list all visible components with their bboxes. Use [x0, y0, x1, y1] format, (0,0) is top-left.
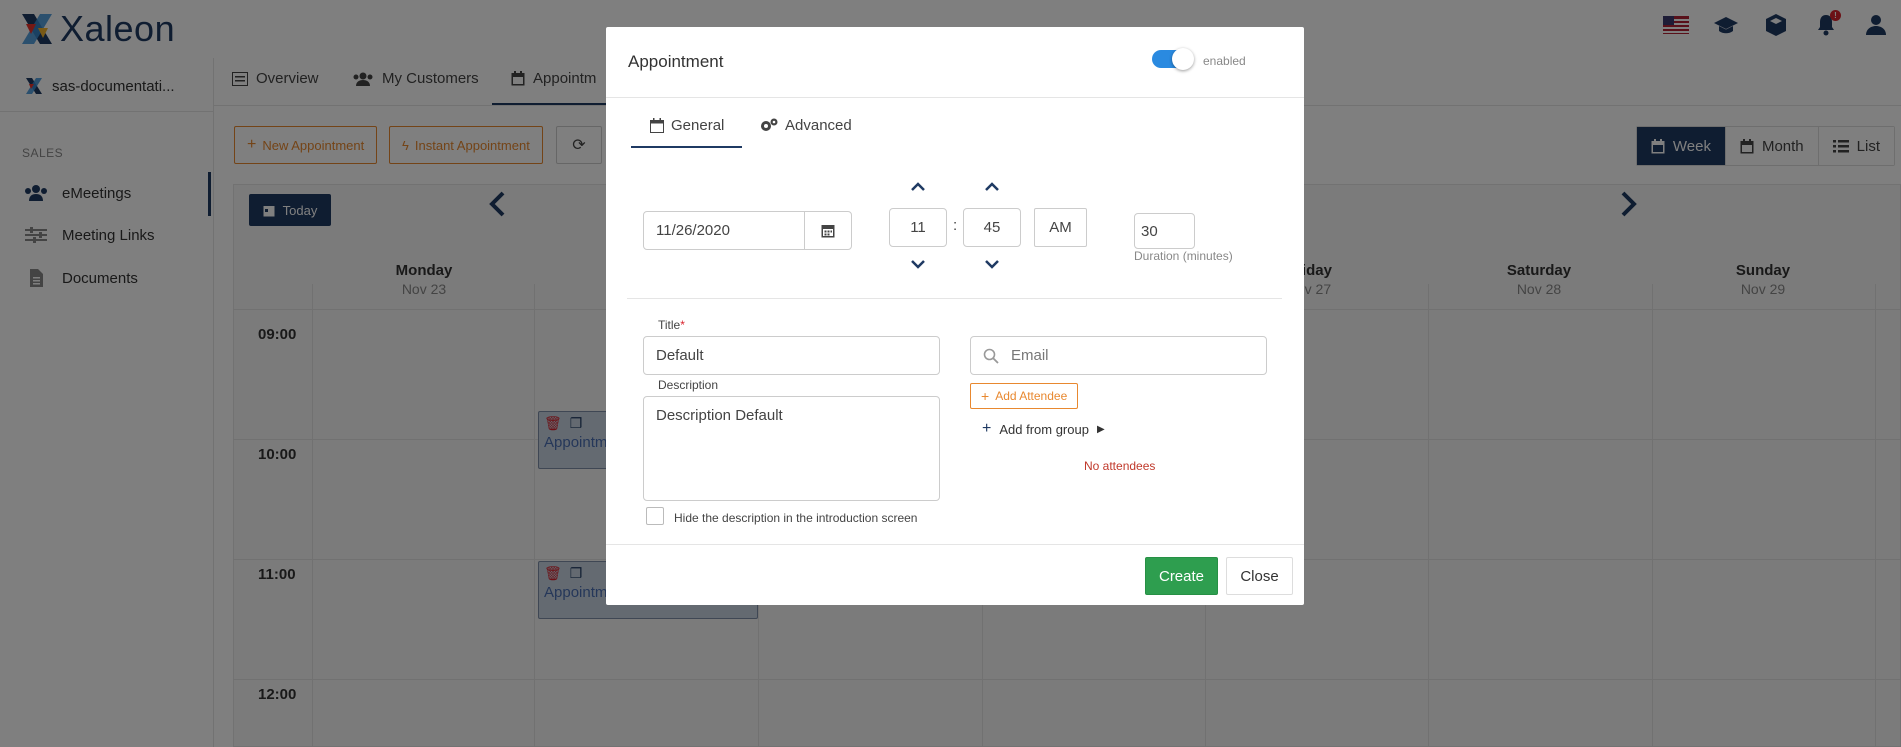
- hide-description-label: Hide the description in the introduction…: [674, 511, 918, 525]
- plus-icon: +: [982, 420, 992, 437]
- calendar-icon: [821, 225, 835, 238]
- enabled-toggle[interactable]: [1152, 48, 1194, 70]
- add-attendee-button[interactable]: + Add Attendee: [970, 383, 1079, 409]
- close-button[interactable]: Close: [1226, 557, 1293, 595]
- date-input[interactable]: 11/26/2020: [643, 211, 805, 250]
- description-textarea[interactable]: Description Default: [643, 396, 940, 501]
- section-divider: [627, 298, 1282, 299]
- caret-right-icon: ▶: [1096, 423, 1105, 435]
- email-search-input[interactable]: Email: [970, 336, 1267, 375]
- hour-input[interactable]: 11: [889, 208, 947, 247]
- time-separator: :: [953, 217, 958, 234]
- calendar-icon: [650, 118, 664, 133]
- minute-up-icon[interactable]: [963, 182, 1021, 191]
- duration-input[interactable]: 30: [1134, 213, 1195, 249]
- create-button[interactable]: Create: [1145, 557, 1218, 595]
- title-input[interactable]: Default: [643, 336, 940, 375]
- title-label: Title*: [658, 318, 685, 332]
- appointment-modal: Appointment enabled General Advanced 11/…: [606, 27, 1304, 605]
- plus-icon: +: [981, 388, 990, 404]
- add-from-group-button[interactable]: + Add from group ▶: [982, 420, 1105, 438]
- footer-divider: [606, 544, 1304, 545]
- duration-label: Duration (minutes): [1134, 249, 1233, 263]
- gears-icon: [761, 118, 778, 131]
- email-placeholder: Email: [1011, 347, 1049, 364]
- tab-general[interactable]: General: [650, 117, 724, 134]
- minute-input[interactable]: 45: [963, 208, 1021, 247]
- hour-up-icon[interactable]: [889, 182, 947, 191]
- hide-description-checkbox[interactable]: [646, 507, 664, 525]
- tab-active-underline: [631, 146, 742, 148]
- minute-down-icon[interactable]: [963, 260, 1021, 269]
- hour-down-icon[interactable]: [889, 260, 947, 269]
- description-label: Description: [658, 378, 719, 392]
- toggle-knob: [1172, 48, 1194, 70]
- toggle-label: enabled: [1203, 54, 1246, 68]
- modal-divider: [606, 97, 1304, 98]
- ampm-toggle[interactable]: AM: [1034, 208, 1087, 247]
- modal-title: Appointment: [628, 52, 724, 71]
- date-picker-button[interactable]: [804, 211, 852, 250]
- tab-advanced[interactable]: Advanced: [760, 117, 852, 134]
- search-icon: [983, 348, 999, 364]
- no-attendees-text: No attendees: [1084, 459, 1156, 473]
